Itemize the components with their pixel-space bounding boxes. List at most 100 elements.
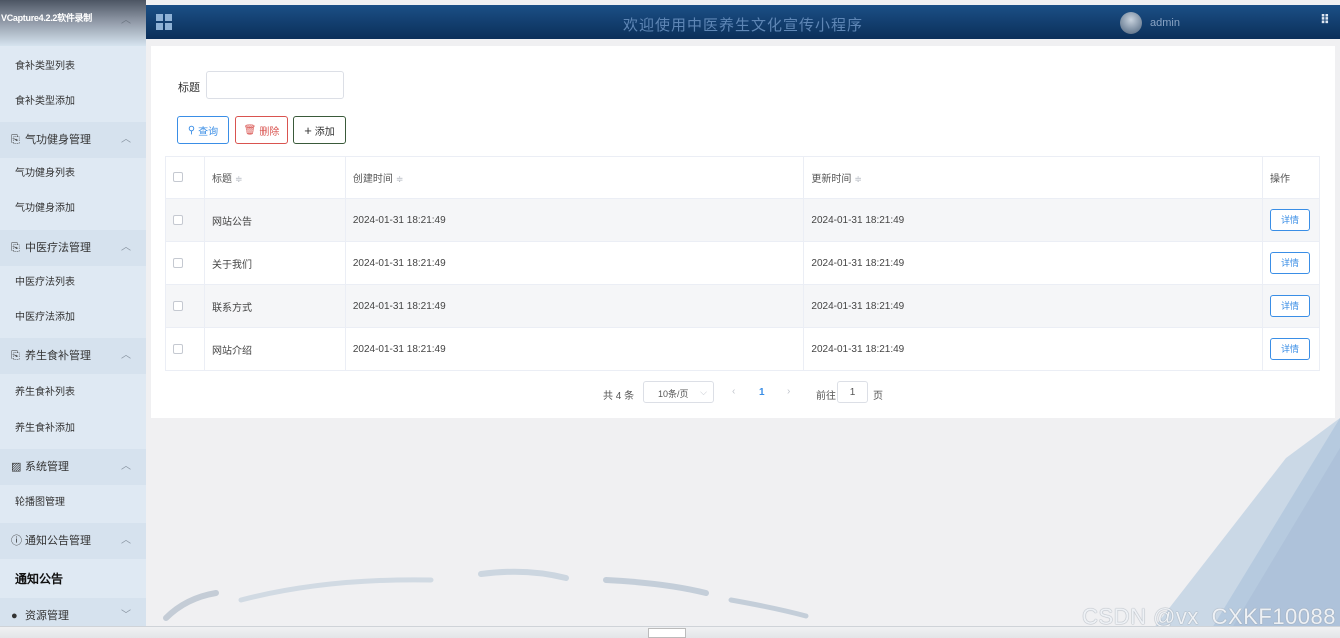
row-checkbox[interactable] [173,257,183,268]
sidebar-item[interactable]: 食补类型添加 [0,87,146,117]
folder-icon: ⎘ [11,242,20,254]
col-updated-label: 更新时间 [811,174,852,185]
goto-label: 前往 [816,391,836,402]
sidebar-item[interactable]: 气功健身添加 [0,194,146,224]
pagination-total: 共 4 条 [603,391,635,402]
sidebar-item[interactable]: 气功健身列表 [0,159,146,189]
search-button[interactable]: ⚲ 查询 [177,116,229,144]
sidebar-item[interactable]: 养生食补添加 [0,414,146,444]
row-updated: 2024-01-31 18:21:49 [803,198,1263,242]
row-updated: 2024-01-31 18:21:49 [803,241,1263,285]
delete-button-label: 删除 [259,126,280,138]
sidebar-item-label: 通知公告管理 [25,535,91,547]
sidebar-item-label: 养生食补添加 [15,423,75,434]
table-row[interactable]: 网站介绍 2024-01-31 18:21:49 2024-01-31 18:21:… [165,327,1321,371]
table-row[interactable]: 关于我们 2024-01-31 18:21:49 2024-01-31 18:21:… [165,241,1321,285]
sidebar-item-label: 中医疗法列表 [15,277,75,288]
sidebar-item[interactable]: 中医疗法添加 [0,303,146,333]
col-created[interactable]: 创建时间 ≑ [344,156,805,199]
trash-icon: 🗑 [243,124,257,136]
delete-button[interactable]: 🗑 删除 [235,116,288,144]
sidebar-item[interactable]: ⎘ 养生食补管理 ︿ [0,338,146,374]
recorder-overlay: VCapture4.2.2软件录制 ︿ [0,0,146,46]
page-size-value: 10条/页 [658,389,689,399]
sidebar-item[interactable]: 中医疗法列表 [0,268,146,298]
table-row[interactable]: 联系方式 2024-01-31 18:21:49 2024-01-31 18:21:… [165,284,1321,328]
sidebar-item[interactable]: 通知公告 [0,560,146,598]
detail-button[interactable]: 详情 [1269,209,1310,231]
sidebar-item-label: 中医疗法添加 [15,312,75,323]
sidebar: 食补类型列表食补类型添加 ⎘ 气功健身管理 ︿ 气功健身列表 气功健身添加 ⎘ 中医疗法管理 ︿… [0,46,146,638]
sidebar-item-label: 轮播图管理 [15,497,65,508]
sort-icon[interactable]: ≑ [396,174,404,184]
sidebar-item[interactable]: 食补类型列表 [0,52,146,82]
sidebar-item-label: 养生食补管理 [25,350,91,362]
row-created: 2024-01-31 18:21:49 [344,284,805,328]
folder-icon: ⎘ [11,134,20,146]
notice-table: 标题 ≑ 创建时间 ≑ 更新时间 ≑ 操作 网站公告 2024-01-31 18:21:… [165,156,1321,371]
table-header-row: 标题 ≑ 创建时间 ≑ 更新时间 ≑ 操作 [165,156,1321,199]
sidebar-item[interactable]: ▨ 系统管理 ︿ [0,449,146,485]
title-filter-input[interactable] [206,71,344,99]
username[interactable]: admin [1150,17,1180,29]
image-icon: ▨ [11,461,22,473]
taskbar-tab [648,628,686,638]
row-title: 关于我们 [203,241,346,285]
col-actions: 操作 [1261,156,1321,199]
row-checkbox[interactable] [173,343,183,354]
sidebar-item[interactable]: ⓘ 通知公告管理 ︿ [0,523,146,559]
content-card: 标题 ⚲ 查询 🗑 删除 + 添加 标题 ≑ 创建时间 ≑ 更新时间 ≑ 操作 网站公… [151,46,1335,418]
top-bar: 欢迎使用中医养生文化宣传小程序 admin ⠿ [146,5,1340,39]
row-created: 2024-01-31 18:21:49 [344,327,805,371]
table-row[interactable]: 网站公告 2024-01-31 18:21:49 2024-01-31 18:21:… [165,198,1321,242]
row-created: 2024-01-31 18:21:49 [344,241,805,285]
row-select-cell [165,327,205,371]
page-size-select[interactable]: 10条/页 ⌵ [643,381,714,403]
chevron-up-icon: ︿ [121,242,131,253]
add-button-label: 添加 [314,126,335,138]
detail-button[interactable]: 详情 [1269,295,1310,317]
title-filter-label: 标题 [178,82,200,94]
select-all-cell [165,156,205,199]
row-select-cell [165,284,205,328]
prev-page-button[interactable]: ‹ [732,386,735,397]
add-button[interactable]: + 添加 [293,116,346,144]
sidebar-item[interactable]: 养生食补列表 [0,378,146,408]
col-actions-label: 操作 [1269,174,1290,185]
sidebar-item-label: 系统管理 [25,461,69,473]
sidebar-item[interactable]: ⎘ 中医疗法管理 ︿ [0,230,146,266]
col-created-label: 创建时间 [352,174,393,185]
sidebar-item-label: 养生食补列表 [15,387,75,398]
sidebar-item-label: 食补类型添加 [15,96,75,107]
select-all-checkbox[interactable] [173,172,183,183]
row-checkbox[interactable] [173,214,183,225]
search-button-label: 查询 [198,126,219,138]
row-actions: 详情 [1261,241,1321,285]
detail-button[interactable]: 详情 [1269,338,1310,360]
row-select-cell [165,241,205,285]
detail-button[interactable]: 详情 [1269,252,1310,274]
row-checkbox[interactable] [173,300,183,311]
col-title-label: 标题 [211,174,232,185]
search-icon: ⚲ [187,124,196,136]
chevron-up-icon: ︿ [121,535,131,546]
goto-page-input[interactable]: 1 [837,381,868,403]
next-page-button[interactable]: › [787,386,790,397]
chevron-down-icon: ⌵ [700,387,707,397]
row-title: 联系方式 [203,284,346,328]
menu-toggle-icon[interactable]: ⠿ [1320,12,1330,28]
sort-icon[interactable]: ≑ [235,174,243,184]
sidebar-item[interactable]: 轮播图管理 [0,488,146,518]
sidebar-item-label: 资源管理 [25,610,69,622]
sort-icon[interactable]: ≑ [854,174,862,184]
chevron-up-icon: ︿ [121,350,131,361]
avatar[interactable] [1120,12,1142,34]
sidebar-item[interactable]: ⎘ 气功健身管理 ︿ [0,122,146,158]
bottom-taskbar [0,626,1340,638]
current-page[interactable]: 1 [759,387,765,398]
col-title[interactable]: 标题 ≑ [203,156,346,199]
sidebar-item-label: 气功健身管理 [25,134,91,146]
sidebar-item-label: 气功健身添加 [15,203,75,214]
col-updated[interactable]: 更新时间 ≑ [803,156,1263,199]
sidebar-item-label: 气功健身列表 [15,168,75,179]
